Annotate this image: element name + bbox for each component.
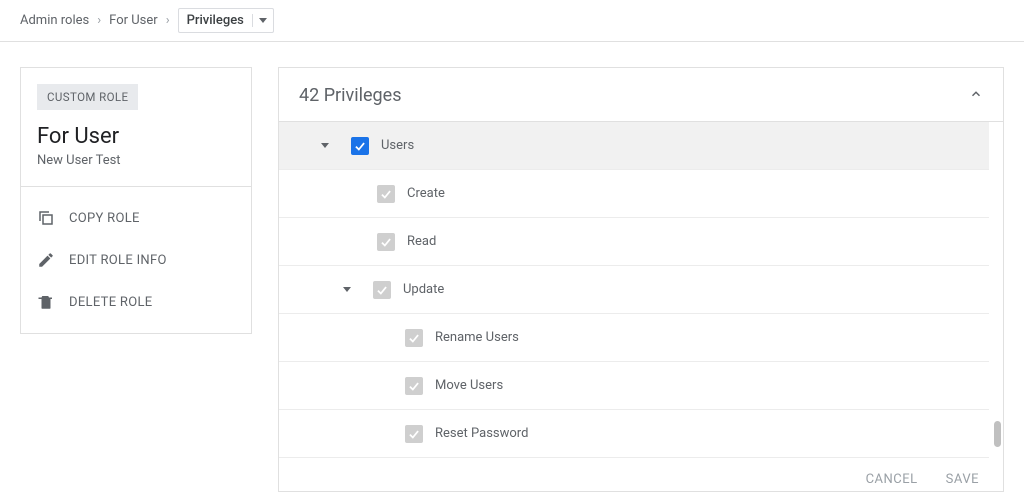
privilege-label: Move Users <box>435 378 503 393</box>
privilege-label: Reset Password <box>435 426 528 441</box>
privilege-checkbox[interactable] <box>377 185 395 203</box>
privilege-checkbox[interactable] <box>351 137 369 155</box>
privilege-checkbox[interactable] <box>377 233 395 251</box>
privilege-label: Rename Users <box>435 330 519 345</box>
expand-caret-icon[interactable] <box>321 143 329 148</box>
breadcrumb-dropdown[interactable] <box>252 14 273 27</box>
expand-caret-icon[interactable] <box>343 287 351 292</box>
breadcrumb-current-label: Privileges <box>179 9 252 32</box>
save-button[interactable]: SAVE <box>946 472 979 487</box>
privilege-row: Read <box>279 218 989 266</box>
privilege-checkbox[interactable] <box>405 377 423 395</box>
privilege-row: Update <box>279 266 989 314</box>
privilege-label: Create <box>407 186 445 201</box>
edit-role-button[interactable]: EDIT ROLE INFO <box>21 239 251 281</box>
cancel-button[interactable]: CANCEL <box>866 472 918 487</box>
panel-header[interactable]: 42 Privileges <box>279 68 1003 122</box>
breadcrumb-item-admin-roles[interactable]: Admin roles <box>20 13 89 28</box>
privilege-checkbox[interactable] <box>405 329 423 347</box>
caret-down-icon <box>259 18 267 23</box>
panel-title: 42 Privileges <box>299 85 402 106</box>
scrollbar-thumb[interactable] <box>994 421 1001 447</box>
copy-icon <box>37 209 55 227</box>
chevron-up-icon <box>969 87 983 105</box>
breadcrumb-current: Privileges <box>178 8 274 33</box>
privilege-row: Rename Users <box>279 314 989 362</box>
sidebar: CUSTOM ROLE For User New User Test COPY … <box>20 67 252 334</box>
privilege-label: Read <box>407 234 436 249</box>
pencil-icon <box>37 251 55 269</box>
privilege-label: Users <box>381 138 414 153</box>
role-type-badge: CUSTOM ROLE <box>37 84 138 110</box>
delete-role-button[interactable]: DELETE ROLE <box>21 281 251 323</box>
privilege-checkbox[interactable] <box>405 425 423 443</box>
main-panel: 42 Privileges Users Create Read Update Renam… <box>278 67 1004 492</box>
privilege-row: Users <box>279 122 989 170</box>
chevron-right-icon: › <box>166 13 170 28</box>
footer-actions: CANCEL SAVE <box>279 458 1003 491</box>
trash-icon <box>37 293 55 311</box>
copy-role-label: COPY ROLE <box>69 211 140 226</box>
role-title: For User <box>37 124 235 149</box>
privilege-row: Move Users <box>279 362 989 410</box>
privilege-label: Update <box>403 282 444 297</box>
privilege-checkbox[interactable] <box>373 281 391 299</box>
copy-role-button[interactable]: COPY ROLE <box>21 197 251 239</box>
privilege-list: Users Create Read Update Rename Users Move Us… <box>279 122 1003 458</box>
privilege-row: Create <box>279 170 989 218</box>
breadcrumb-item-for-user[interactable]: For User <box>109 13 158 28</box>
privilege-row: Reset Password <box>279 410 989 458</box>
breadcrumb: Admin roles › For User › Privileges <box>0 0 1024 42</box>
edit-role-label: EDIT ROLE INFO <box>69 253 167 268</box>
role-subtitle: New User Test <box>37 153 235 168</box>
chevron-right-icon: › <box>97 13 101 28</box>
delete-role-label: DELETE ROLE <box>69 295 152 310</box>
